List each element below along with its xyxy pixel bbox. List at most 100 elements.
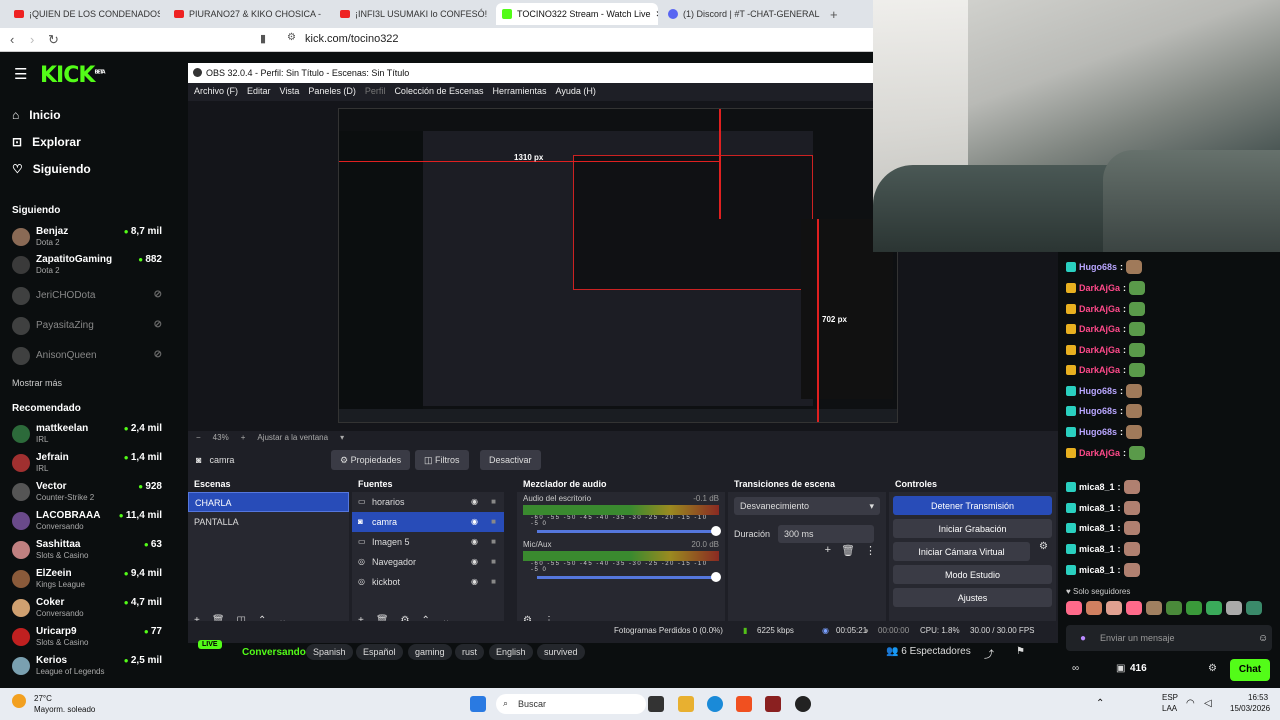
chat-username[interactable]: Hugo68s: [1079, 427, 1117, 437]
scene-item[interactable]: PANTALLA: [188, 512, 349, 532]
channel-anisonqueen[interactable]: AnisonQueen ⊘: [12, 345, 162, 369]
emote-icon[interactable]: [1146, 601, 1162, 615]
menu-archivo[interactable]: Archivo (F): [194, 86, 238, 98]
tag[interactable]: survived: [537, 644, 585, 660]
channel-benjaz[interactable]: BenjazDota 28,7 mil: [12, 226, 162, 250]
browser-tab-1[interactable]: ¡QUIEN DE LOS CONDENADOS A M: [8, 3, 160, 25]
stop-streaming-button[interactable]: Detener Transmisión: [893, 496, 1052, 515]
channel-jefrain[interactable]: JefrainIRL1,4 mil: [12, 452, 162, 476]
studio-mode-button[interactable]: Modo Estudio: [893, 565, 1052, 584]
menu-perfil[interactable]: Perfil: [365, 86, 386, 98]
reload-icon[interactable]: ↻: [48, 32, 59, 48]
wifi-icon[interactable]: ◠: [1186, 698, 1195, 709]
gift-icon[interactable]: ▣: [1116, 663, 1125, 674]
tag[interactable]: English: [489, 644, 533, 660]
browser-tab-3[interactable]: ¡INFI3L USUMAKI lo CONFESÓ!: [334, 3, 492, 25]
eye-icon[interactable]: ◉: [471, 557, 478, 566]
menu-paneles[interactable]: Paneles (D): [308, 86, 356, 98]
menu-editar[interactable]: Editar: [247, 86, 271, 98]
tag[interactable]: Español: [356, 644, 403, 660]
chat-username[interactable]: DarkAjGa: [1079, 304, 1120, 314]
add-icon[interactable]: +: [825, 544, 831, 557]
chat-username[interactable]: DarkAjGa: [1079, 365, 1120, 375]
menu-ayuda[interactable]: Ayuda (H): [556, 86, 596, 98]
tray-chevron-icon[interactable]: ⌃: [1096, 698, 1104, 709]
volume-slider[interactable]: [537, 572, 721, 582]
chat-username[interactable]: DarkAjGa: [1079, 448, 1120, 458]
channel-uricarp9[interactable]: Uricarp9Slots & Casino77: [12, 626, 162, 650]
emote-icon[interactable]: [1186, 601, 1202, 615]
tag[interactable]: Spanish: [306, 644, 353, 660]
stream-category[interactable]: Conversando: [242, 647, 306, 658]
eye-icon[interactable]: ◉: [471, 497, 478, 506]
emote-icon[interactable]: [1086, 601, 1102, 615]
source-item[interactable]: ◎ kickbot ◉ ■: [352, 572, 504, 592]
chat-username[interactable]: mica8_1: [1079, 482, 1115, 492]
chevron-down-icon[interactable]: ▾: [340, 433, 344, 443]
file-explorer-icon[interactable]: [678, 696, 694, 712]
chat-username[interactable]: mica8_1: [1079, 565, 1115, 575]
fit-window-select[interactable]: Ajustar a la ventana: [257, 433, 328, 443]
back-icon[interactable]: ‹: [10, 32, 14, 47]
emote-icon[interactable]: [1246, 601, 1262, 615]
channel-zapatitogaming[interactable]: ZapatitoGamingDota 2882: [12, 254, 162, 278]
lock-icon[interactable]: ■: [491, 537, 496, 546]
chat-username[interactable]: DarkAjGa: [1079, 283, 1120, 293]
eye-icon[interactable]: ◉: [471, 577, 478, 586]
game-icon[interactable]: [765, 696, 781, 712]
url-input[interactable]: kick.com/tocino322: [305, 33, 399, 45]
transition-select[interactable]: Desvanecimiento ▾: [734, 497, 880, 515]
source-item[interactable]: ▭ horarios ◉ ■: [352, 492, 504, 512]
scene-item[interactable]: CHARLA: [188, 492, 349, 512]
emote-icon[interactable]: [1166, 601, 1182, 615]
hamburger-menu-icon[interactable]: ☰: [14, 65, 27, 83]
channel-mattkeelan[interactable]: mattkeelanIRL2,4 mil: [12, 423, 162, 447]
lock-icon[interactable]: ■: [491, 577, 496, 586]
virtual-camera-button[interactable]: Iniciar Cámara Virtual: [893, 542, 1030, 561]
source-item[interactable]: ◎ Navegador ◉ ■: [352, 552, 504, 572]
filters-button[interactable]: ◫ Filtros: [415, 450, 469, 470]
emote-icon[interactable]: [1126, 601, 1142, 615]
brave-icon[interactable]: [736, 696, 752, 712]
channel-lacobraaa[interactable]: LACOBRAAAConversando11,4 mil: [12, 510, 162, 534]
language-layout[interactable]: LAA: [1162, 704, 1177, 713]
emote-icon[interactable]: [1066, 601, 1082, 615]
channel-kerios[interactable]: KeriosLeague of Legends2,5 mil: [12, 655, 162, 679]
duration-input[interactable]: 300 ms: [778, 525, 874, 543]
report-icon[interactable]: ⚑: [1016, 646, 1025, 657]
source-item[interactable]: ▭ Imagen 5 ◉ ■: [352, 532, 504, 552]
nav-siguiendo[interactable]: ♡ Siguiendo: [12, 162, 91, 176]
channel-sashittaa[interactable]: SashittaaSlots & Casino63: [12, 539, 162, 563]
close-tab-icon[interactable]: ✕: [656, 9, 658, 20]
chat-username[interactable]: Hugo68s: [1079, 262, 1117, 272]
menu-vista[interactable]: Vista: [280, 86, 300, 98]
menu-coleccion[interactable]: Colección de Escenas: [394, 86, 483, 98]
gear-icon[interactable]: ⚙: [1208, 663, 1217, 674]
source-item[interactable]: ◙ camra ◉ ■: [352, 512, 504, 532]
deactivate-button[interactable]: Desactivar: [480, 450, 541, 470]
infinity-icon[interactable]: ∞: [1072, 663, 1079, 674]
volume-slider[interactable]: [537, 526, 721, 536]
eye-icon[interactable]: ◉: [471, 517, 478, 526]
weather-icon[interactable]: [12, 694, 26, 708]
lock-icon[interactable]: ■: [491, 557, 496, 566]
chat-username[interactable]: mica8_1: [1079, 544, 1115, 554]
language[interactable]: ESP: [1162, 693, 1178, 702]
properties-button[interactable]: ⚙ Propiedades: [331, 450, 411, 470]
eye-icon[interactable]: ◉: [471, 537, 478, 546]
channel-vector[interactable]: VectorCounter-Strike 2928: [12, 481, 162, 505]
show-more-link[interactable]: Mostrar más: [12, 378, 62, 388]
emote-icon[interactable]: [1106, 601, 1122, 615]
windows-start-icon[interactable]: [470, 696, 486, 712]
gear-icon[interactable]: ⚙: [1039, 541, 1048, 552]
channel-jerichodota[interactable]: JeriCHODota ⊘: [12, 285, 162, 309]
channel-coker[interactable]: CokerConversando4,7 mil: [12, 597, 162, 621]
emote-icon[interactable]: [1206, 601, 1222, 615]
zoom-in-icon[interactable]: +: [241, 433, 246, 443]
emote-icon[interactable]: [1226, 601, 1242, 615]
taskbar-search[interactable]: Buscar: [496, 694, 646, 714]
channel-elzeein[interactable]: ElZeeinKings League9,4 mil: [12, 568, 162, 592]
chat-username[interactable]: mica8_1: [1079, 523, 1115, 533]
new-tab-button[interactable]: +: [824, 3, 844, 25]
chat-username[interactable]: mica8_1: [1079, 503, 1115, 513]
